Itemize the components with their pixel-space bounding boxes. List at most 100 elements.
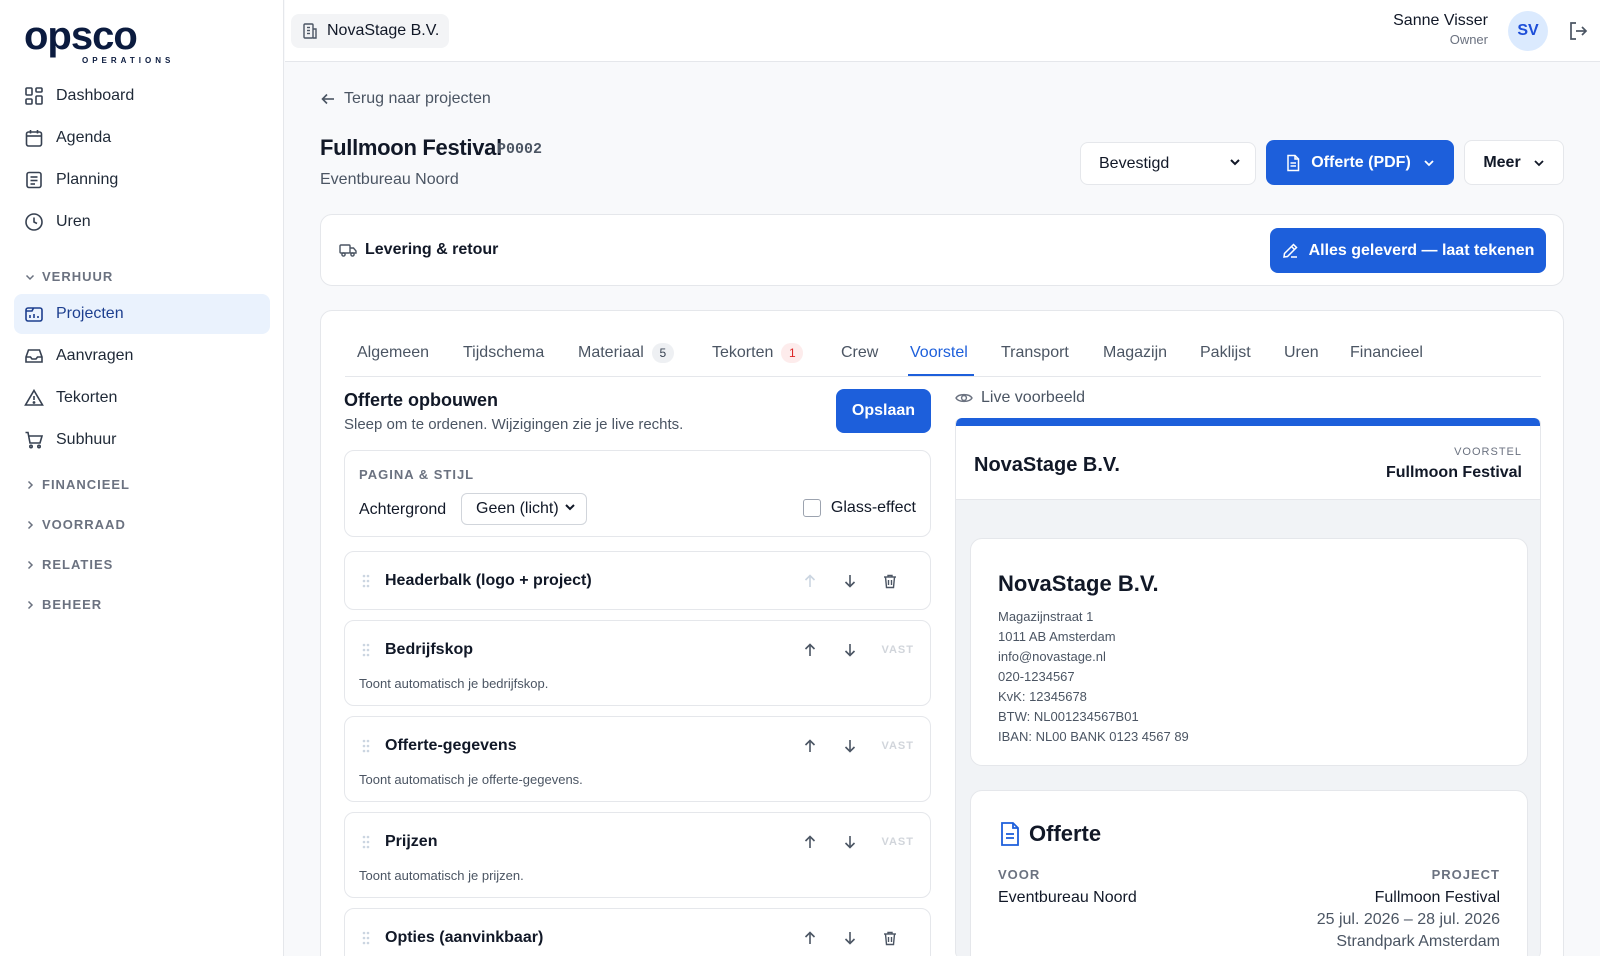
arrow-down-icon[interactable]: [840, 736, 860, 756]
preview-header-company: NovaStage B.V.: [974, 454, 1120, 476]
sidebar-item-tekorten[interactable]: Tekorten: [14, 378, 270, 418]
project-client: Eventbureau Noord: [320, 171, 459, 188]
offerte-pdf-button[interactable]: Offerte (PDF): [1266, 140, 1454, 185]
more-button[interactable]: Meer: [1464, 140, 1564, 185]
page-title: Fullmoon Festival: [320, 135, 502, 160]
trash-icon[interactable]: [880, 571, 900, 591]
preview-header-kind: VOORSTEL: [1454, 446, 1522, 458]
preview-header-bar: NovaStage B.V. VOORSTEL Fullmoon Festiva…: [956, 426, 1540, 500]
trash-icon[interactable]: [880, 928, 900, 948]
arrow-down-icon[interactable]: [840, 832, 860, 852]
chevron-right-icon: [24, 479, 38, 491]
preview-project-value: Fullmoon Festival: [1374, 889, 1500, 906]
avatar[interactable]: SV: [1508, 11, 1548, 51]
active-tab-indicator: [908, 374, 974, 376]
preview-for-label: VOOR: [998, 867, 1041, 882]
nav-group-financieel[interactable]: FINANCIEEL: [24, 477, 130, 492]
preview-project-dates: 25 jul. 2026 – 28 jul. 2026: [1316, 911, 1500, 928]
sidebar-item-dashboard[interactable]: Dashboard: [14, 76, 270, 116]
chevron-down-icon: [564, 500, 576, 518]
nav-group-beheer[interactable]: BEHEER: [24, 597, 102, 612]
block-description: Toont automatisch je prijzen.: [359, 868, 524, 883]
sidebar-item-projecten[interactable]: Projecten: [14, 294, 270, 334]
chevron-right-icon: [24, 519, 38, 531]
arrow-down-icon[interactable]: [840, 640, 860, 660]
building-icon: [301, 22, 319, 40]
builder-block-bedrijfskop[interactable]: Bedrijfskop Toont automatisch je bedrijf…: [344, 620, 931, 706]
warning-icon: [24, 388, 44, 408]
preview-offer-card: Offerte VOOR Eventbureau Noord PROJECT F…: [970, 790, 1528, 956]
drag-handle-icon[interactable]: [361, 738, 371, 754]
tab-label: Transport: [1001, 344, 1069, 361]
drag-handle-icon[interactable]: [361, 930, 371, 946]
builder-block-opties[interactable]: Opties (aanvinkbaar): [344, 908, 931, 956]
builder-block-prijzen[interactable]: Prijzen Toont automatisch je prijzen. VA…: [344, 812, 931, 898]
preview-company-card: NovaStage B.V. Magazijnstraat 1 1011 AB …: [970, 538, 1528, 766]
brand-wordmark: opsco: [24, 14, 138, 58]
glass-effect-checkbox[interactable]: [802, 499, 821, 517]
background-select[interactable]: Geen (licht): [461, 493, 587, 525]
nav-group-verhuur[interactable]: VERHUUR: [24, 269, 113, 284]
status-value: Bevestigd: [1099, 154, 1170, 172]
tab-paklijst[interactable]: Paklijst: [1200, 343, 1251, 363]
nav-group-voorraad[interactable]: VOORRAAD: [24, 517, 126, 532]
sidebar-item-uren[interactable]: Uren: [14, 202, 270, 242]
builder-block-headerbalk[interactable]: Headerbalk (logo + project): [344, 551, 931, 610]
delivery-label: Levering & retour: [365, 241, 499, 258]
tab-label: Algemeen: [357, 344, 430, 361]
drag-handle-icon[interactable]: [361, 834, 371, 850]
tab-magazijn[interactable]: Magazijn: [1103, 343, 1167, 363]
drag-handle-icon[interactable]: [361, 573, 371, 589]
org-switcher[interactable]: NovaStage B.V.: [291, 14, 450, 48]
block-description: Toont automatisch je bedrijfskop.: [359, 676, 549, 691]
fixed-label: VAST: [881, 740, 914, 752]
glass-effect-toggle[interactable]: Glass-effect: [802, 499, 916, 517]
nav-group-relaties[interactable]: RELATIES: [24, 557, 113, 572]
sidebar-item-subhuur[interactable]: Subhuur: [14, 420, 270, 460]
sidebar-item-agenda[interactable]: Agenda: [14, 118, 270, 158]
tab-uren[interactable]: Uren: [1284, 343, 1319, 363]
arrow-down-icon[interactable]: [840, 928, 860, 948]
status-select[interactable]: Bevestigd: [1080, 142, 1256, 185]
block-name: Opties (aanvinkbaar): [385, 929, 544, 946]
arrow-up-icon[interactable]: [800, 571, 820, 591]
arrow-up-icon[interactable]: [800, 832, 820, 852]
drag-handle-icon[interactable]: [361, 642, 371, 658]
sidebar-item-label: Uren: [56, 213, 91, 230]
tab-transport[interactable]: Transport: [1001, 343, 1069, 363]
tab-tekorten[interactable]: Tekorten 1: [712, 343, 804, 363]
tab-tijdschema[interactable]: Tijdschema: [463, 343, 544, 363]
tab-label: Tekorten: [712, 344, 774, 361]
arrow-up-icon[interactable]: [800, 928, 820, 948]
brand-logo[interactable]: opsco OPERATIONS: [24, 14, 174, 65]
tab-materiaal[interactable]: Materiaal 5: [578, 343, 674, 363]
clock-icon: [24, 212, 44, 232]
arrow-down-icon[interactable]: [840, 571, 860, 591]
document-icon: [1001, 822, 1019, 846]
preview-project-label: PROJECT: [1431, 867, 1500, 882]
logout-icon[interactable]: [1566, 19, 1590, 43]
tab-voorstel[interactable]: Voorstel: [910, 343, 968, 363]
arrow-up-icon[interactable]: [800, 640, 820, 660]
brand-tagline: OPERATIONS: [82, 56, 175, 65]
projects-icon: [24, 304, 44, 324]
offerte-pdf-label: Offerte (PDF): [1311, 153, 1411, 171]
builder-block-offerte-gegevens[interactable]: Offerte-gegevens Toont automatisch je of…: [344, 716, 931, 802]
tab-crew[interactable]: Crew: [841, 343, 878, 363]
back-link[interactable]: Terug naar projecten: [320, 90, 491, 108]
builder-subtitle: Sleep om te ordenen. Wijzigingen zie je …: [344, 416, 684, 433]
tab-algemeen[interactable]: Algemeen: [357, 343, 429, 363]
live-preview-label: Live voorbeeld: [981, 389, 1086, 406]
delivery-card: Levering & retour Alles geleverd — laat …: [320, 214, 1564, 286]
sidebar-item-planning[interactable]: Planning: [14, 160, 270, 200]
tab-label: Tijdschema: [463, 344, 545, 361]
count-badge: 1: [781, 343, 804, 363]
arrow-up-icon[interactable]: [800, 736, 820, 756]
tab-financieel[interactable]: Financieel: [1350, 343, 1423, 363]
deliver-all-button[interactable]: Alles geleverd — laat tekenen: [1270, 228, 1546, 273]
tab-label: Financieel: [1350, 344, 1423, 361]
preview-company-line: KvK: 12345678: [998, 689, 1087, 704]
sidebar-item-aanvragen[interactable]: Aanvragen: [14, 336, 270, 376]
nav-group-label: VOORRAAD: [42, 517, 126, 532]
save-button[interactable]: Opslaan: [836, 389, 931, 433]
